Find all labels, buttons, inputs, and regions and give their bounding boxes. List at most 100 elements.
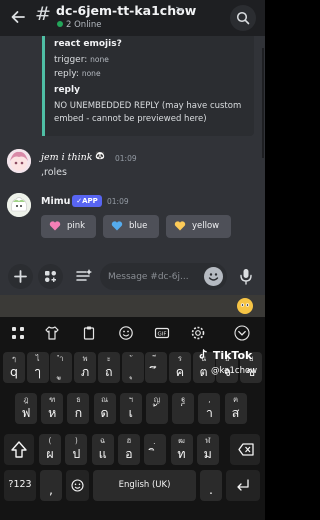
key-secondary-label: ฉ [100,436,106,445]
letter-key[interactable]: ฮอ [117,434,140,465]
apps-button[interactable] [38,264,63,289]
svg-text:GIF: GIF [157,332,166,338]
online-status: 2 Online [57,20,102,30]
letter-key[interactable]: ) ป [65,434,88,465]
shirt-icon[interactable] [43,324,61,342]
key-secondary-label: ี [145,354,167,363]
role-button-label: pink [67,221,86,231]
comma-key[interactable]: , [40,470,62,501]
key-secondary-label: ำ [59,354,64,363]
letter-key[interactable]: ฉแ [91,434,114,465]
blue-heart-icon [111,221,123,231]
emoji-keyboard-icon[interactable] [117,324,135,342]
letter-key[interactable]: ฬม [196,434,219,465]
emoji-key[interactable] [66,470,89,501]
author-panda-icon: 🐼 [95,151,105,160]
letter-key[interactable]: ธก [67,393,90,424]
letter-key[interactable]: ำู [50,352,73,383]
letter-key[interactable]: ณด [93,393,116,424]
letter-key[interactable]: ฑห [41,393,64,424]
letter-key[interactable]: ฯเ [119,393,142,424]
letter-key[interactable]: ฒท [170,434,193,465]
key-secondary-label: ญ [153,395,161,404]
chat-area[interactable]: react emojis? trigger: none reply: none … [0,36,265,258]
letter-key[interactable]: ฺิ [144,434,167,465]
key-primary-label: ป [72,446,81,461]
key-primary-label: q [10,364,18,379]
letter-key[interactable]: ๆq [3,352,25,383]
key-primary-label: เ [128,405,133,420]
letter-key[interactable]: ีึ [145,352,168,383]
plus-icon [14,270,27,283]
bot-embed: react emojis? trigger: none reply: none … [42,36,254,136]
letter-key[interactable]: พภ [74,352,97,383]
letter-key[interactable]: (ผ [39,434,61,465]
message-author[interactable]: Mimu [41,196,70,207]
key-primary-label: ิ [144,447,166,461]
app-badge: ✓APP [72,195,102,207]
backspace-key[interactable] [230,434,260,465]
key-primary-label: ก [74,405,83,420]
letter-key[interactable]: ัุ [121,352,144,383]
message-input[interactable] [108,269,198,284]
smiley-icon [208,273,219,281]
online-count: 2 Online [66,20,102,30]
role-button-label: blue [129,221,148,231]
chat-scrollbar[interactable] [262,48,264,158]
letter-key[interactable]: ญ้ [146,393,168,424]
backspace-icon [238,443,254,456]
microphone-icon [240,269,252,285]
search-button[interactable] [230,5,256,31]
settings-icon[interactable] [189,324,207,342]
emoji-sticker-button[interactable] [237,298,253,314]
letter-key[interactable]: ไๅ [26,352,49,383]
enter-key[interactable] [226,470,260,501]
shift-key[interactable] [4,434,34,465]
key-primary-label: ่ [172,406,194,420]
key-primary-label: ผ [46,446,54,461]
role-button-yellow[interactable]: yellow [166,215,231,238]
key-primary-label: ถ [105,364,113,379]
embed-reply-line: reply: none [54,69,101,79]
search-icon [236,11,250,25]
role-button-pink[interactable]: pink [41,215,96,238]
letter-key[interactable]: รค [168,352,191,383]
collapse-keyboard-icon[interactable] [233,324,251,342]
key-secondary-label: , [208,395,211,404]
space-key-label: English (UK) [118,480,171,490]
key-primary-label: ู [50,365,72,379]
embed-reply-value: none [81,69,101,78]
gif-icon[interactable]: GIF [153,324,171,342]
add-attachment-button[interactable] [8,264,33,289]
letter-key[interactable]: ฐ่ [172,393,195,424]
clipboard-icon[interactable] [80,324,98,342]
period-key[interactable]: . [200,470,222,501]
key-primary-label: ห [48,405,57,420]
voice-message-button[interactable] [234,264,258,289]
key-primary-label: า [205,405,213,420]
symbols-key[interactable]: ?123 [4,470,36,501]
avatar[interactable] [7,149,31,173]
key-secondary-label: พ [82,354,88,363]
emoji-button[interactable] [204,267,223,286]
channel-header: # dc-6jem-tt-ka1chow > 2 Online [0,0,265,36]
letter-key[interactable]: ฅส [224,393,247,424]
key-secondary-label: ฅ [233,395,239,404]
keyboard-grid-icon[interactable] [9,324,27,342]
gift-icon [76,269,92,281]
embed-reply-label: reply: [54,69,79,79]
avatar[interactable] [7,193,31,217]
embed-trigger-label: trigger: [54,55,88,65]
key-secondary-label: ร [177,354,182,363]
message-input-box[interactable] [100,263,227,290]
message-author[interactable]: jem i think [41,152,93,163]
space-key[interactable]: English (UK) [93,470,196,501]
chevron-right-icon[interactable]: > [175,3,184,16]
letter-key[interactable]: ะถ [97,352,120,383]
role-button-blue[interactable]: blue [103,215,159,238]
gift-button[interactable] [72,264,97,289]
letter-key[interactable]: ฎฟ [15,393,37,424]
back-arrow-icon[interactable] [9,8,27,26]
letter-key[interactable]: ,า [198,393,221,424]
key-secondary-label: ฯ [128,395,133,404]
